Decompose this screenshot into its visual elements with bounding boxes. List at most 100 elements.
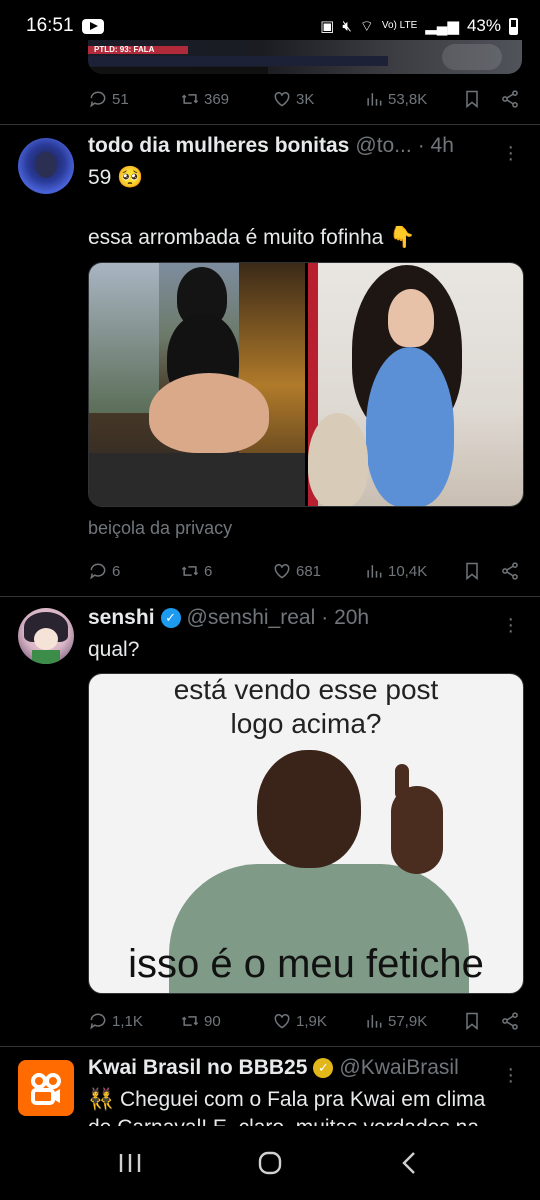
views-button[interactable]: 10,4K: [364, 561, 462, 581]
share-icon: [502, 562, 518, 580]
views-count: 10,4K: [388, 562, 428, 580]
meme-top-text: está vendo esse post: [173, 674, 439, 705]
meme-bottom-text: isso é o meu fetiche: [128, 942, 484, 986]
retweet-icon: [181, 94, 199, 104]
views-count: 53,8K: [388, 90, 428, 108]
tweet-media[interactable]: está vendo esse post logo acima? isso é …: [88, 673, 524, 994]
verified-badge-icon: ✓: [313, 1058, 334, 1078]
divider: [0, 1046, 540, 1047]
like-button[interactable]: 1,9K: [272, 1011, 364, 1031]
meme-top-text: logo acima?: [230, 708, 382, 739]
tweet-header: todo dia mulheres bonitas @to... · 4h: [88, 134, 498, 158]
reply-icon: [90, 563, 106, 580]
like-count: 3K: [296, 90, 315, 108]
tweet-time[interactable]: · 20h: [321, 606, 369, 630]
like-button[interactable]: 681: [272, 561, 364, 581]
bookmark-icon: [466, 90, 478, 109]
bookmark-icon: [466, 562, 478, 581]
meme-figure-head: [257, 750, 361, 868]
views-button[interactable]: 57,9K: [364, 1011, 462, 1031]
home-button[interactable]: [250, 1143, 290, 1183]
tweet-header: Kwai Brasil no BBB25 ✓ @KwaiBrasil: [88, 1056, 498, 1080]
like-icon: [274, 91, 290, 107]
retweet-count: 6: [204, 562, 213, 580]
views-icon: [367, 565, 382, 578]
like-count: 1,9K: [296, 1012, 327, 1030]
share-icon: [502, 90, 518, 108]
youtube-notification-icon: [81, 18, 104, 34]
bookmark-button[interactable]: [462, 561, 500, 581]
user-handle[interactable]: @to...: [355, 134, 411, 158]
like-count: 681: [296, 562, 322, 580]
tweet-time[interactable]: · 4h: [418, 134, 454, 158]
network-label: Vo) LTE: [381, 20, 418, 31]
more-icon[interactable]: · · ·: [507, 609, 514, 641]
views-icon: [367, 1015, 382, 1028]
like-button[interactable]: 3K: [272, 89, 364, 109]
nfc-icon: ▣: [320, 18, 335, 35]
retweet-button[interactable]: 6: [180, 561, 272, 581]
retweet-button[interactable]: 90: [180, 1011, 272, 1031]
tweet-actions: 51 369 3K 53,8K: [88, 84, 520, 114]
bookmark-button[interactable]: [462, 1011, 500, 1031]
bookmark-icon: [466, 1012, 478, 1031]
retweet-button[interactable]: 369: [180, 89, 272, 109]
tweet-text: 👯 Cheguei com o Fala pra Kwai em clima: [88, 1088, 486, 1111]
avatar[interactable]: [18, 138, 74, 194]
display-name[interactable]: senshi: [88, 606, 155, 630]
display-name[interactable]: todo dia mulheres bonitas: [88, 134, 349, 158]
reply-icon: [90, 91, 106, 108]
share-button[interactable]: [500, 1011, 520, 1031]
more-icon[interactable]: · · ·: [507, 1059, 514, 1091]
share-icon: [502, 1012, 518, 1030]
reply-count: 6: [112, 562, 121, 580]
wifi-icon: ⌔: [359, 17, 374, 35]
photo-1[interactable]: [89, 263, 305, 506]
divider: [0, 124, 540, 125]
reply-button[interactable]: 51: [88, 89, 180, 109]
previous-tweet-media[interactable]: PTLD: 93: FALA: [88, 40, 522, 74]
retweet-count: 369: [204, 90, 230, 108]
back-button[interactable]: [390, 1143, 430, 1183]
recents-button[interactable]: [110, 1143, 150, 1183]
views-icon: [367, 93, 382, 106]
more-icon[interactable]: · · ·: [507, 137, 514, 169]
tweet-media[interactable]: [88, 262, 524, 507]
views-count: 57,9K: [388, 1012, 428, 1030]
like-icon: [274, 563, 290, 579]
avatar[interactable]: [18, 608, 74, 664]
bookmark-button[interactable]: [462, 89, 500, 109]
display-name[interactable]: Kwai Brasil no BBB25: [88, 1056, 307, 1080]
tweet-text: essa arrombada é muito fofinha 👇: [88, 226, 416, 249]
verified-badge-icon: ✓: [160, 608, 181, 628]
status-time: 16:51: [26, 15, 74, 36]
share-button[interactable]: [500, 561, 520, 581]
reply-count: 1,1K: [112, 1012, 143, 1030]
tweet-text: qual?: [88, 638, 140, 661]
media-overlay-text: PTLD: 93: FALA: [94, 45, 155, 54]
retweet-icon: [181, 1016, 199, 1026]
user-handle[interactable]: @KwaiBrasil: [339, 1056, 458, 1080]
signal-icon: ▂▄▆: [425, 18, 459, 35]
battery-percent: 43%: [466, 16, 501, 35]
share-button[interactable]: [500, 89, 520, 109]
media-overlay-button: [442, 44, 502, 70]
tweet-actions: 1,1K 90 1,9K 57,9K: [88, 1006, 520, 1036]
photo-2[interactable]: [307, 263, 523, 506]
reply-count: 51: [112, 90, 129, 108]
mute-icon: 🔇︎: [342, 17, 352, 35]
tweet-text: 59 🥺: [88, 166, 144, 189]
battery-icon: [509, 17, 518, 35]
reply-button[interactable]: 6: [88, 561, 180, 581]
back-icon: [402, 1152, 415, 1174]
user-handle[interactable]: @senshi_real: [187, 606, 316, 630]
views-button[interactable]: 53,8K: [364, 89, 462, 109]
retweet-count: 90: [204, 1012, 221, 1030]
recents-icon: [119, 1154, 141, 1172]
home-icon: [258, 1151, 282, 1175]
retweet-icon: [181, 566, 199, 576]
reply-icon: [90, 1013, 106, 1030]
like-icon: [274, 1013, 290, 1029]
avatar[interactable]: [18, 1060, 74, 1116]
reply-button[interactable]: 1,1K: [88, 1011, 180, 1031]
